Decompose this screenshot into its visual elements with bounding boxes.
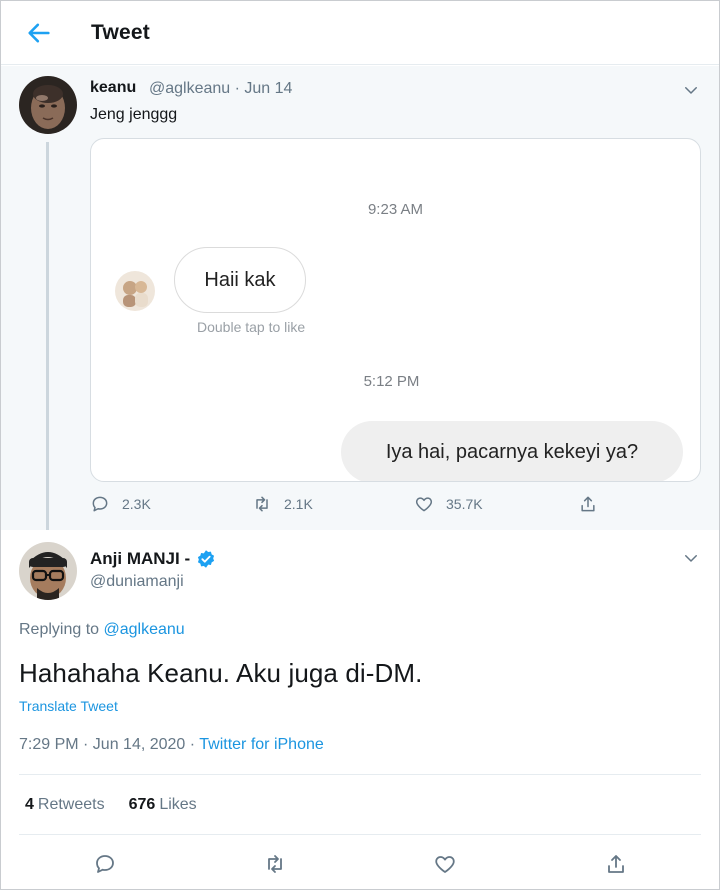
retweets-count: 4 [25,796,34,813]
retweets-stat[interactable]: 4 Retweets [25,796,105,814]
tweet-timestamp[interactable]: 7:29 PM · Jun 14, 2020 · [19,736,199,753]
reply-button[interactable]: 2.3K [90,494,151,514]
replying-prefix: Replying to [19,621,100,638]
reply-author-handle[interactable]: @duniamanji [90,573,184,591]
page-title: Tweet [91,21,150,44]
tweet-metadata: 7:29 PM · Jun 14, 2020 · Twitter for iPh… [19,736,324,754]
chevron-down-icon[interactable] [682,81,700,99]
replying-to: Replying to @aglkeanu [19,621,185,639]
parent-action-bar: 2.3K 2.1K 35.7K [90,494,610,520]
retweet-button[interactable]: 2.1K [252,494,313,514]
reply-icon [92,496,108,512]
reply-icon[interactable] [93,852,117,876]
share-icon[interactable] [604,852,628,876]
likes-count: 676 [128,796,156,813]
share-icon [581,496,595,512]
dm-outgoing-bubble: Iya hai, pacarnya kekeyi ya? [341,421,683,481]
translate-tweet-link[interactable]: Translate Tweet [19,698,118,714]
author-handle-date[interactable]: @aglkeanu · Jun 14 [149,80,292,98]
avatar-keanu[interactable] [19,76,77,134]
arrow-left-icon[interactable] [25,19,53,47]
replying-mention-link[interactable]: @aglkeanu [104,621,185,638]
author-name[interactable]: keanu [90,79,136,97]
reply-count: 2.3K [122,496,151,512]
dm-sender-avatar [115,271,155,311]
retweet-count: 2.1K [284,496,313,512]
dm-hint: Double tap to like [197,319,306,335]
chevron-down-icon[interactable] [682,549,700,567]
dm-incoming-bubble: Haii kak [174,247,306,313]
divider [19,834,701,835]
share-button[interactable] [578,494,598,514]
tweet-source-link[interactable]: Twitter for iPhone [199,736,324,753]
retweet-icon [256,496,268,512]
retweets-label: Retweets [37,796,105,813]
heart-icon[interactable] [433,852,457,876]
reply-text: Hahahaha Keanu. Aku juga di-DM. [19,658,423,688]
top-bar: Tweet [1,1,719,65]
like-button[interactable]: 35.7K [414,494,483,514]
divider [19,774,701,775]
reply-author-name[interactable]: Anji MANJI - [90,549,190,569]
thread-connector-line [46,142,49,540]
likes-stat[interactable]: 676 Likes [129,796,197,814]
tweet-text: Jeng jenggg [90,106,178,123]
dm-timestamp: 9:23 AM [367,201,424,218]
avatar-anji[interactable] [19,542,77,600]
reply-author[interactable]: Anji MANJI - [90,549,216,569]
verified-badge-icon [198,550,215,568]
engagement-stats: 4 Retweets 676 Likes [25,796,197,814]
likes-label: Likes [159,796,197,813]
like-count: 35.7K [446,496,483,512]
reply-tweet: Anji MANJI - @duniamanji Replying to @ag… [1,530,719,889]
dm-timestamp-2: 5:12 PM [363,373,420,390]
attached-image-dm-screenshot[interactable]: 9:23 AM Haii kak Double tap to like 5:12… [90,138,701,482]
retweet-icon[interactable] [263,852,287,876]
heart-icon [415,497,433,512]
parent-tweet[interactable]: keanu @aglkeanu · Jun 14 Jeng jenggg 9:2… [1,66,719,530]
